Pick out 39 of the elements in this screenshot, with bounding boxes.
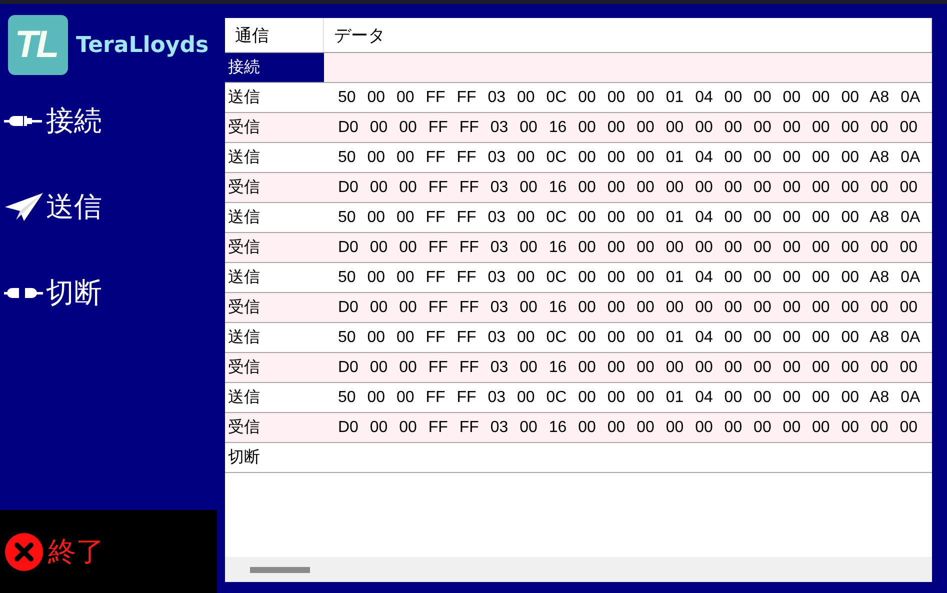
menu-item[interactable]: 送信 <box>4 190 102 224</box>
table-cell-text: D0 00 00 FF FF 03 00 16 00 00 00 00 00 00 00 00 00 00 00 00 <box>337 178 919 198</box>
table-cell[interactable]: 受信 <box>225 413 324 442</box>
table-cell[interactable]: 送信 <box>225 143 324 172</box>
table-cell-text: D0 00 00 FF FF 03 00 16 00 00 00 00 00 00 00 00 00 00 00 00 <box>337 358 919 378</box>
table-cell[interactable]: 送信 <box>225 323 324 352</box>
table-cell[interactable]: 受信 <box>225 173 324 202</box>
exit-button[interactable]: 終了 <box>0 510 217 593</box>
table-cell[interactable]: 受信 <box>225 233 324 262</box>
app-name: TeraLloyds <box>76 32 209 58</box>
table-cell[interactable]: 受信 <box>225 293 324 322</box>
table-cell[interactable]: 接続 <box>225 53 324 82</box>
table-cell[interactable]: 送信 <box>225 383 324 412</box>
table-cell-text: 50 00 00 FF FF 03 00 0C 00 00 00 01 04 00 00 00 00 00 A8 0A <box>337 208 922 228</box>
table-cell-text: D0 00 00 FF FF 03 00 16 00 00 00 00 00 00 00 00 00 00 00 00 <box>337 238 919 258</box>
table-cell-text: 50 00 00 FF FF 03 00 0C 00 00 00 01 04 00 00 00 00 00 A8 0A <box>337 388 922 408</box>
unplugged-icon <box>4 285 44 301</box>
column-header[interactable]: 通信 <box>225 18 324 52</box>
plug-icon <box>4 113 44 129</box>
table-cell[interactable]: 受信 <box>225 113 324 142</box>
table-cell[interactable]: 送信 <box>225 263 324 292</box>
table-cell-text: D0 00 00 FF FF 03 00 16 00 00 00 00 00 00 00 00 00 00 00 00 <box>337 298 919 318</box>
scrollbar-thumb[interactable] <box>250 566 310 572</box>
table-cell-text: 50 00 00 FF FF 03 00 0C 00 00 00 01 04 00 00 00 00 00 A8 0A <box>337 268 922 288</box>
table-cell-text: 50 00 00 FF FF 03 00 0C 00 00 00 01 04 00 00 00 00 00 A8 0A <box>337 88 922 108</box>
close-icon <box>4 532 44 572</box>
table-cell[interactable]: 送信 <box>225 83 324 112</box>
table-cell[interactable]: 送信 <box>225 203 324 232</box>
table-cell-text: 50 00 00 FF FF 03 00 0C 00 00 00 01 04 00 00 00 00 00 A8 0A <box>337 328 922 348</box>
menu-item[interactable]: 切断 <box>4 276 102 310</box>
table-cell[interactable]: 受信 <box>225 353 324 382</box>
menu-item[interactable]: 接続 <box>4 104 102 138</box>
column-header[interactable]: データ <box>324 18 932 52</box>
table-cell-text: D0 00 00 FF FF 03 00 16 00 00 00 00 00 00 00 00 00 00 00 00 <box>337 118 919 138</box>
table-cell-text: D0 00 00 FF FF 03 00 16 00 00 00 00 00 00 00 00 00 00 00 00 <box>337 418 919 438</box>
logo-icon: TL <box>8 15 68 75</box>
paper-plane-icon <box>4 192 44 222</box>
table-cell[interactable]: 切断 <box>225 443 324 472</box>
table-cell-text: 50 00 00 FF FF 03 00 0C 00 00 00 01 04 00 00 00 00 00 A8 0A <box>337 148 922 168</box>
